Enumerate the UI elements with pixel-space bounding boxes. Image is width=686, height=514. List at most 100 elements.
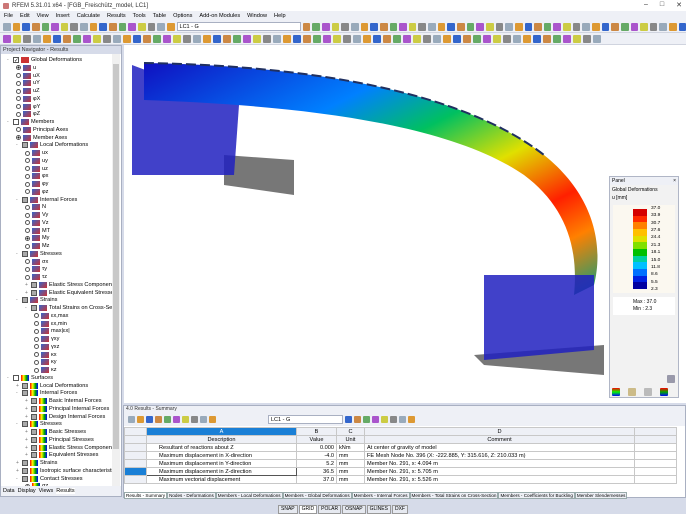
radio-button[interactable] [34,367,39,373]
toolbar-button-icon[interactable] [137,22,146,31]
results-tab[interactable]: Members - Local Deformations [215,492,283,499]
toolbar-button-icon[interactable] [60,22,69,31]
toolbar-button-icon[interactable] [41,22,50,31]
row-header[interactable] [124,459,147,468]
color-scale-icon[interactable] [612,388,620,396]
toolbar-button-icon[interactable] [483,34,491,43]
description-cell[interactable]: Maximum vectorial displacement [146,475,297,484]
description-cell[interactable]: Maximum displacement in Y-direction [146,459,297,468]
radio-button[interactable] [25,204,30,210]
menu-calculate[interactable]: Calculate [77,13,100,19]
toolbar-button-icon[interactable] [649,22,658,31]
radio-button[interactable] [34,321,39,326]
checkbox[interactable] [22,475,28,482]
toolbar-button-icon[interactable] [109,22,117,31]
menu-view[interactable]: View [37,13,49,19]
toolbar-button-icon[interactable] [601,22,610,31]
column-letter[interactable]: D [364,427,635,436]
collapse-icon[interactable]: - [25,305,29,311]
table-row[interactable]: Maximum vectorial displacement 37.0 mm Memb… [124,475,677,484]
row-header[interactable] [124,443,147,452]
toolbar-button-icon[interactable] [273,34,281,43]
checkbox[interactable] [31,413,37,420]
nav-tab-views[interactable]: Views [39,488,54,494]
checkbox[interactable] [31,405,37,412]
status-polar-toggle[interactable]: POLAR [318,505,342,514]
results-toolbar-icon[interactable] [182,416,189,423]
expand-icon[interactable]: + [25,398,29,404]
toolbar-button-icon[interactable] [103,34,111,43]
collapse-icon[interactable]: - [16,197,20,203]
toolbar-button-icon[interactable] [303,34,311,43]
toolbar-button-icon[interactable] [533,34,541,43]
value-cell[interactable]: 5.2 [296,459,337,468]
toolbar-button-icon[interactable] [263,34,271,43]
description-cell[interactable]: Maximum displacement in X-direction [146,451,297,460]
menu-results[interactable]: Results [107,13,126,19]
unit-cell[interactable]: mm [336,459,365,468]
checkbox[interactable] [22,196,28,203]
results-toolbar-icon[interactable] [209,416,216,423]
radio-button[interactable] [25,166,30,171]
radio-button[interactable] [25,189,30,195]
checkbox[interactable] [22,467,28,474]
radio-button[interactable] [16,104,21,109]
toolbar-button-icon[interactable] [123,34,131,43]
radio-button[interactable] [25,220,30,226]
toolbar-button-icon[interactable] [443,34,451,43]
checkbox[interactable] [31,436,37,443]
panel-close-button[interactable]: × [673,178,676,184]
checkbox[interactable] [22,250,28,257]
toolbar-button-icon[interactable] [203,34,211,43]
toolbar-button-icon[interactable] [543,34,551,43]
status-grid-toggle[interactable]: GRID [298,505,318,514]
radio-button[interactable] [25,150,30,156]
row-header[interactable] [124,467,147,476]
radio-button[interactable] [16,73,21,78]
collapse-icon[interactable]: - [16,390,20,396]
comment-cell[interactable]: FE Mesh Node No. 396 (X: -222.885, Y: 31… [364,451,635,460]
expand-icon[interactable]: + [25,290,29,296]
toolbar-button-icon[interactable] [495,22,504,31]
results-toolbar-icon[interactable] [128,416,135,423]
toolbar-button-icon[interactable] [453,34,461,43]
menu-table[interactable]: Table [153,13,166,19]
menu-file[interactable]: File [4,13,13,19]
toolbar-button-icon[interactable] [118,22,127,31]
toolbar-button-icon[interactable] [493,34,501,43]
expand-icon[interactable]: + [25,445,29,451]
toolbar-button-icon[interactable] [473,34,481,43]
toolbar-button-icon[interactable] [133,34,141,43]
toolbar-button-icon[interactable] [23,34,31,43]
toolbar-button-icon[interactable] [413,34,421,43]
toolbar-button-icon[interactable] [373,34,381,43]
unit-cell[interactable]: mm [336,451,365,460]
value-cell[interactable]: 36.5 [296,467,337,476]
toolbar-button-icon[interactable] [22,22,30,31]
radio-button[interactable] [25,243,30,249]
status-osnap-toggle[interactable]: OSNAP [342,505,366,514]
toolbar-button-icon[interactable] [399,22,407,31]
toolbar-button-icon[interactable] [353,34,361,43]
radio-button[interactable] [25,173,30,179]
collapse-icon[interactable]: - [7,57,11,63]
results-loadcase-select[interactable]: LC1 - G [268,415,343,424]
toolbar-button-icon[interactable] [283,34,291,43]
toolbar-button-icon[interactable] [33,34,41,43]
toolbar-button-icon[interactable] [513,34,521,43]
checkbox[interactable] [13,374,19,381]
results-toolbar-icon[interactable] [354,416,361,423]
toolbar-button-icon[interactable] [253,34,261,43]
unit-cell[interactable]: mm [336,467,365,476]
toolbar-button-icon[interactable] [153,34,161,43]
toolbar-button-icon[interactable] [43,34,51,43]
toolbar-button-icon[interactable] [12,22,21,31]
toolbar-button-icon[interactable] [143,34,151,43]
toolbar-button-icon[interactable] [591,22,600,31]
results-toolbar-icon[interactable] [363,416,370,423]
checkbox[interactable] [31,305,37,311]
expand-icon[interactable]: + [25,429,29,435]
checkbox[interactable] [31,398,37,404]
toolbar-button-icon[interactable] [360,22,369,31]
comment-cell[interactable]: At center of gravity of model [364,443,635,452]
